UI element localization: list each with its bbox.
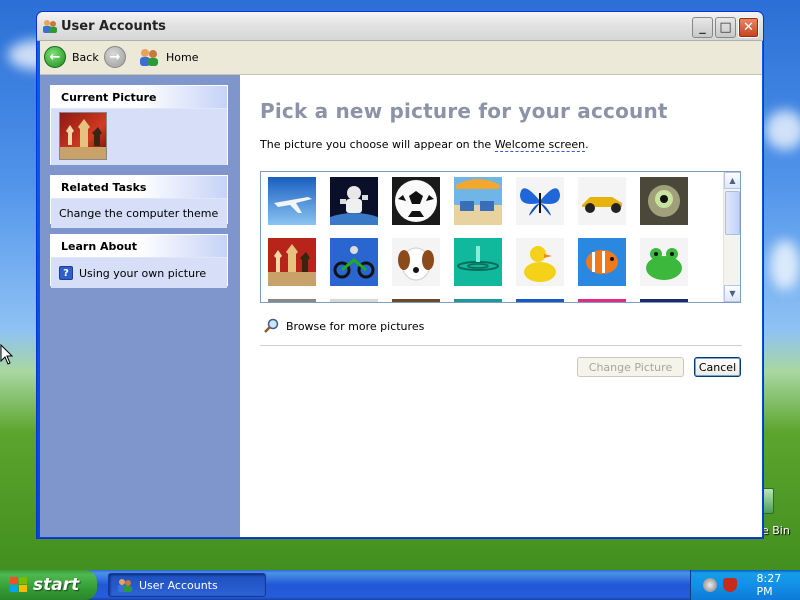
- change-picture-button[interactable]: Change Picture: [577, 357, 684, 377]
- title-bar[interactable]: User Accounts _ □ ✕: [37, 12, 763, 41]
- magnifier-icon: [264, 318, 279, 333]
- picture-partial[interactable]: [454, 299, 502, 302]
- picture-drip[interactable]: [454, 238, 502, 286]
- picture-partial[interactable]: [330, 299, 378, 302]
- help-icon: ?: [59, 266, 73, 280]
- window-title: User Accounts: [61, 19, 166, 34]
- maximize-icon: □: [719, 20, 732, 35]
- picture-partial[interactable]: [578, 299, 626, 302]
- learn-about-header: Learn About: [51, 235, 227, 258]
- picture-list-scrollbar[interactable]: ▲ ▼: [723, 172, 740, 302]
- learn-about-panel: Learn About ? Using your own picture: [50, 234, 228, 288]
- picture-partial[interactable]: [268, 299, 316, 302]
- start-button[interactable]: start: [0, 570, 97, 600]
- main-panel: Pick a new picture for your account The …: [240, 75, 762, 537]
- recycle-bin[interactable]: e Bin: [762, 488, 800, 540]
- scroll-down-button[interactable]: ▼: [724, 285, 740, 302]
- forward-button[interactable]: →: [104, 45, 126, 69]
- picture-partial[interactable]: [392, 299, 440, 302]
- back-arrow-icon: ←: [44, 46, 66, 68]
- picture-astronaut[interactable]: [330, 177, 378, 225]
- minimize-icon: _: [699, 20, 706, 35]
- related-tasks-body: Change the computer theme: [51, 199, 227, 228]
- clock[interactable]: 8:27 PM: [757, 572, 800, 598]
- close-button[interactable]: ✕: [738, 17, 759, 38]
- picture-partial[interactable]: [516, 299, 564, 302]
- chevron-up-icon: ▲: [729, 176, 736, 185]
- chevron-down-icon: ▼: [729, 289, 736, 298]
- picture-dog[interactable]: [392, 238, 440, 286]
- welcome-screen-link[interactable]: Welcome screen: [494, 138, 586, 152]
- page-subtitle: The picture you choose will appear on th…: [260, 138, 589, 152]
- mouse-cursor-icon: [0, 344, 14, 365]
- picture-cat[interactable]: [640, 177, 688, 225]
- using-own-picture-label: Using your own picture: [79, 266, 207, 280]
- back-label: Back: [72, 50, 99, 64]
- user-accounts-icon: [118, 579, 132, 592]
- system-tray: 8:27 PM: [690, 570, 800, 600]
- maximize-button[interactable]: □: [715, 17, 736, 38]
- divider: [260, 345, 742, 346]
- related-tasks-panel: Related Tasks Change the computer theme: [50, 175, 228, 228]
- subtitle-prefix: The picture you choose will appear on th…: [260, 138, 495, 151]
- picture-airplane[interactable]: [268, 177, 316, 225]
- task-pane: Current Picture Related Tasks Change the…: [40, 75, 240, 537]
- current-picture-body: [51, 109, 227, 165]
- current-picture-header: Current Picture: [51, 86, 227, 109]
- picture-partial[interactable]: [640, 299, 688, 302]
- browse-more-pictures-link[interactable]: Browse for more pictures: [264, 318, 424, 334]
- picture-duck[interactable]: [516, 238, 564, 286]
- start-label: start: [33, 575, 80, 595]
- picture-beach[interactable]: [454, 177, 502, 225]
- security-shield-icon[interactable]: [722, 578, 737, 592]
- recycle-bin-label: e Bin: [762, 524, 790, 537]
- subtitle-suffix: .: [585, 138, 589, 151]
- picture-butterfly[interactable]: [516, 177, 564, 225]
- network-icon[interactable]: [703, 578, 717, 592]
- picture-car[interactable]: [578, 177, 626, 225]
- using-own-picture-link[interactable]: ? Using your own picture: [59, 263, 219, 283]
- task-item-label: User Accounts: [139, 578, 218, 592]
- user-accounts-window: User Accounts _ □ ✕ ← Back → Home Curren…: [36, 11, 764, 539]
- minimize-button[interactable]: _: [692, 17, 713, 38]
- content-area: Current Picture Related Tasks Change the…: [40, 75, 762, 537]
- browse-label: Browse for more pictures: [286, 319, 425, 333]
- scroll-up-button[interactable]: ▲: [724, 172, 740, 189]
- scroll-thumb[interactable]: [725, 191, 740, 235]
- user-accounts-home-icon: [140, 49, 158, 66]
- taskbar: start User Accounts 8:27 PM: [0, 570, 800, 600]
- desktop-cloud: [765, 110, 800, 150]
- picture-chess[interactable]: [268, 238, 316, 286]
- current-picture-panel: Current Picture: [50, 85, 228, 165]
- home-label: Home: [166, 50, 199, 64]
- user-accounts-icon: [43, 20, 57, 33]
- forward-arrow-icon: →: [104, 46, 126, 68]
- windows-logo-icon: [10, 577, 28, 593]
- picture-soccer-ball[interactable]: [392, 177, 440, 225]
- taskbar-item-user-accounts[interactable]: User Accounts: [108, 573, 266, 597]
- close-icon: ✕: [743, 20, 754, 35]
- change-theme-label: Change the computer theme: [59, 207, 219, 220]
- related-tasks-header: Related Tasks: [51, 176, 227, 199]
- picture-dirt-bike[interactable]: [330, 238, 378, 286]
- navigation-toolbar: ← Back → Home: [40, 41, 762, 75]
- home-button[interactable]: Home: [138, 45, 198, 69]
- picture-frog[interactable]: [640, 238, 688, 286]
- current-picture-chess-icon: [59, 112, 107, 160]
- page-title: Pick a new picture for your account: [260, 99, 668, 123]
- back-button[interactable]: ← Back: [44, 45, 99, 69]
- picture-list[interactable]: ▲ ▼: [260, 171, 741, 303]
- desktop-cloud: [770, 240, 800, 290]
- change-theme-link[interactable]: Change the computer theme: [59, 204, 219, 223]
- learn-about-body: ? Using your own picture: [51, 258, 227, 288]
- cancel-button[interactable]: Cancel: [694, 357, 741, 377]
- picture-fish[interactable]: [578, 238, 626, 286]
